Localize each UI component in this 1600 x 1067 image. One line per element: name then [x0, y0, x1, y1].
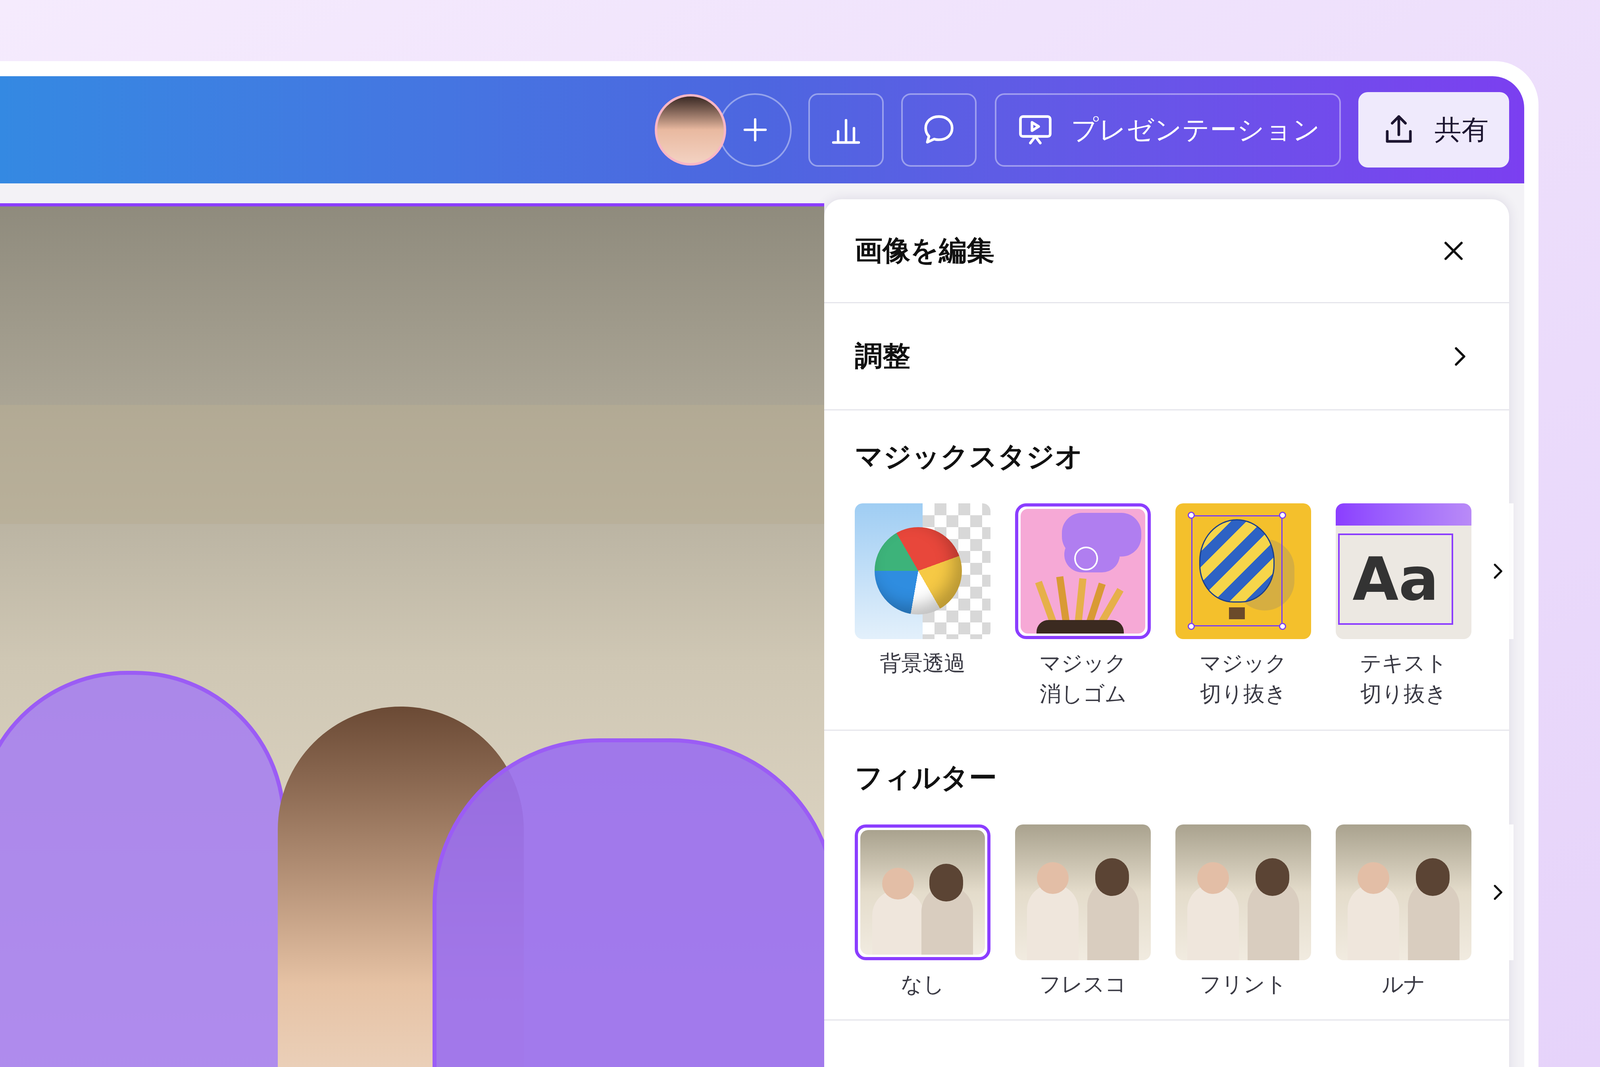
insights-button[interactable]	[808, 93, 884, 167]
magic-eraser-art	[1020, 508, 1146, 634]
filter-option[interactable]: フレスコ	[1015, 824, 1151, 1000]
filter-thumbnail[interactable]	[854, 824, 991, 960]
panel-title: 画像を編集	[854, 229, 995, 272]
adjust-label: 調整	[854, 335, 911, 377]
scroll-right-button[interactable]	[1481, 824, 1514, 960]
chevron-right-icon	[1486, 559, 1509, 583]
filter-thumbnail[interactable]	[1015, 824, 1151, 960]
magic-studio-heading: マジックスタジオ	[854, 441, 1510, 472]
workspace: 画像を編集 調整 マジックスタジオ 背景透過 マジック 消しゴム マジック 切り抜き…	[0, 183, 1525, 1067]
filter-thumbnail[interactable]	[1335, 824, 1472, 960]
chevron-right-icon	[1445, 342, 1474, 371]
comment-icon	[919, 109, 959, 150]
person-highlight[interactable]	[0, 670, 286, 1067]
beach-ball-icon	[874, 526, 962, 615]
filter-preview	[860, 829, 985, 955]
bar-chart-icon	[826, 110, 866, 149]
share-button[interactable]: 共有	[1358, 92, 1510, 168]
plus-icon	[737, 111, 774, 148]
present-button[interactable]: プレゼンテーション	[994, 93, 1341, 167]
tool-label: 背景透過	[879, 647, 966, 679]
magic-studio-section: マジックスタジオ 背景透過 マジック 消しゴム マジック 切り抜き Aa テキスト 切り…	[824, 410, 1510, 731]
filter-label: ルナ	[1381, 968, 1426, 1000]
panel-header: 画像を編集	[824, 199, 1510, 304]
adjust-row[interactable]: 調整	[824, 303, 1510, 411]
tool-label: マジック 切り抜き	[1199, 647, 1287, 709]
tools-row: 背景透過 マジック 消しゴム マジック 切り抜き Aa テキスト 切り抜き	[854, 503, 1510, 709]
comment-button[interactable]	[901, 93, 977, 167]
person-highlight[interactable]	[432, 738, 825, 1067]
filter-thumbnail[interactable]	[1175, 824, 1312, 960]
filter-option[interactable]: なし	[854, 824, 991, 1000]
edit-image-panel: 画像を編集 調整 マジックスタジオ 背景透過 マジック 消しゴム マジック 切り抜き…	[824, 199, 1510, 1067]
close-icon[interactable]	[1437, 234, 1470, 267]
top-bar: プレゼンテーション 共有	[0, 76, 1525, 184]
upload-icon	[1378, 109, 1419, 150]
add-collaborator-button[interactable]	[718, 93, 792, 167]
balloon-icon	[1199, 519, 1275, 603]
magic-tool[interactable]: 背景透過	[854, 503, 991, 709]
filter-label: フレスコ	[1039, 968, 1127, 1000]
tool-thumbnail[interactable]	[1175, 503, 1312, 639]
tool-thumbnail[interactable]: Aa	[1335, 503, 1472, 639]
magic-grab-art	[1175, 503, 1312, 639]
tool-label: テキスト 切り抜き	[1359, 647, 1448, 709]
magic-tool[interactable]: マジック 切り抜き	[1175, 503, 1312, 709]
editor-window: プレゼンテーション 共有 画像を編集 調整 マジックスタジオ 背景	[0, 61, 1539, 1067]
share-label: 共有	[1434, 109, 1489, 150]
avatar[interactable]	[654, 94, 727, 166]
filter-heading: フィルター	[854, 762, 1510, 793]
filter-section: フィルター なし フレスコ フリント ルナ	[824, 730, 1510, 1021]
filter-option[interactable]: フリント	[1175, 824, 1312, 1000]
background-remover-art	[854, 503, 991, 639]
present-label: プレゼンテーション	[1071, 109, 1321, 150]
filters-row: なし フレスコ フリント ルナ	[854, 824, 1510, 1000]
scroll-right-button[interactable]	[1481, 503, 1514, 639]
photo[interactable]	[0, 203, 825, 1067]
filter-preview	[1335, 824, 1472, 960]
text-cutout-art: Aa	[1335, 503, 1472, 639]
tool-label: マジック 消しゴム	[1039, 647, 1127, 709]
magic-tool[interactable]: Aa テキスト 切り抜き	[1335, 503, 1472, 709]
filter-option[interactable]: ルナ	[1335, 824, 1472, 1000]
chevron-right-icon	[1486, 880, 1509, 904]
presentation-icon	[1015, 109, 1056, 150]
filter-preview	[1175, 824, 1312, 960]
tool-thumbnail[interactable]	[1015, 503, 1151, 639]
filter-label: なし	[900, 968, 945, 1000]
sample-text: Aa	[1352, 549, 1439, 609]
magic-tool[interactable]: マジック 消しゴム	[1015, 503, 1151, 709]
filter-preview	[1015, 824, 1151, 960]
filter-label: フリント	[1199, 968, 1287, 1000]
tool-thumbnail[interactable]	[854, 503, 991, 639]
